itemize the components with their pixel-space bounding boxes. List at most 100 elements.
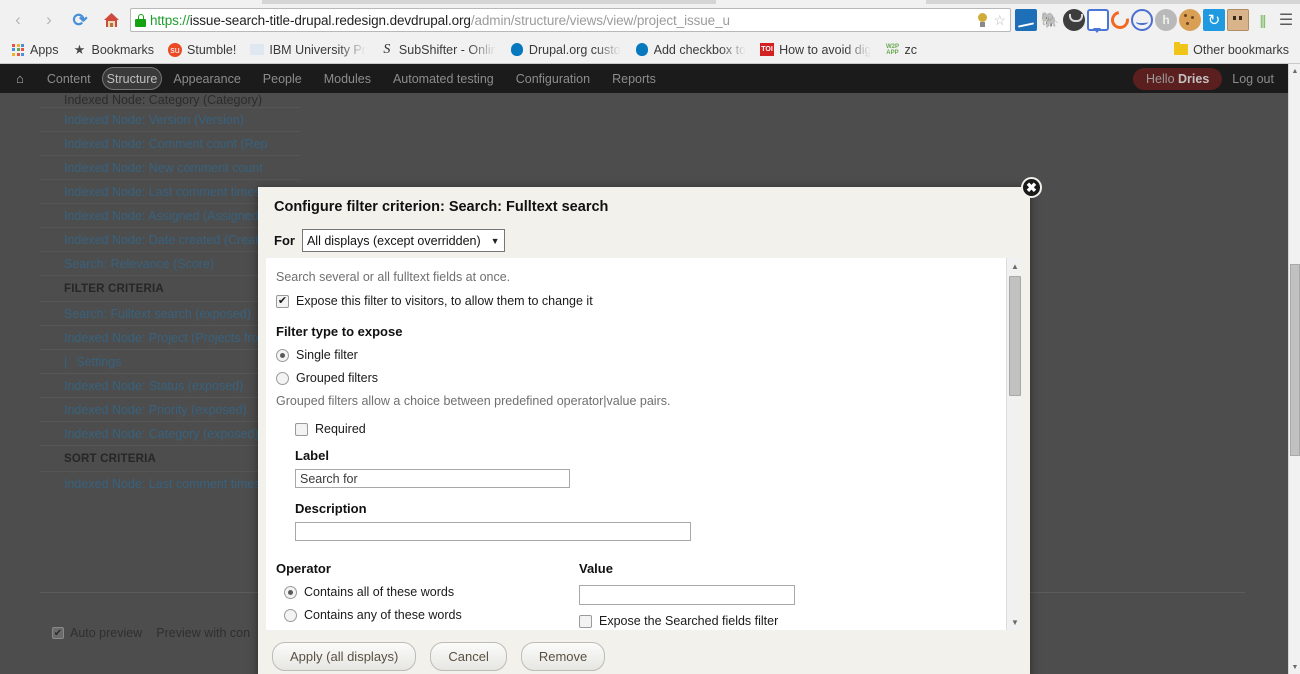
views-field-row[interactable]: Indexed Node: Comment count (Rep	[40, 131, 300, 155]
display-select[interactable]: All displays (except overridden) ▼	[301, 229, 505, 252]
operator-column: Operator Contains all of these words Con…	[276, 561, 579, 630]
bookmark-subshifter[interactable]: S SubShifter - Onlin	[373, 41, 503, 59]
admin-menu-reports[interactable]: Reports	[601, 68, 667, 90]
apply-all-displays-button[interactable]: Apply (all displays)	[272, 641, 417, 671]
bookmark-ibm[interactable]: IBM University Pr	[243, 41, 373, 59]
star-icon: ★	[73, 41, 86, 57]
orange-ring-icon[interactable]	[1107, 7, 1133, 33]
bookmark-stumble[interactable]: su Stumble!	[161, 41, 243, 59]
forward-icon[interactable]: ›	[36, 7, 62, 33]
admin-menu-content[interactable]: Content	[36, 68, 102, 90]
views-field-row[interactable]: Indexed Node: Version (Version)	[40, 107, 300, 131]
reload-icon[interactable]: ⟳	[67, 7, 93, 33]
views-field-row[interactable]: Indexed Node: New comment count	[40, 155, 300, 179]
chrome-menu-icon[interactable]: ☰	[1275, 9, 1297, 31]
page-scrollbar-thumb[interactable]	[1290, 264, 1300, 456]
bookmark-bookmarks[interactable]: ★ Bookmarks	[66, 41, 162, 59]
expose-searched-fields-label: Expose the Searched fields filter	[599, 614, 779, 628]
auto-preview-checkbox[interactable]: ✔	[52, 627, 64, 639]
expose-filter-checkbox[interactable]: ✔	[276, 295, 289, 308]
scroll-up-icon[interactable]: ▲	[1007, 258, 1023, 274]
grouped-filters-option[interactable]: Grouped filters	[276, 371, 1006, 385]
home-icon[interactable]	[98, 7, 124, 33]
pocket-icon[interactable]	[1063, 9, 1085, 31]
url-text: https://issue-search-title-drupal.redesi…	[150, 13, 730, 28]
admin-menu-configuration[interactable]: Configuration	[505, 68, 601, 90]
bookmark-label: zc	[904, 42, 917, 57]
label-heading: Label	[295, 448, 329, 463]
bookmark-apps[interactable]: Apps	[4, 41, 66, 59]
admin-menu-appearance[interactable]: Appearance	[162, 68, 251, 90]
back-icon[interactable]: ‹	[5, 7, 31, 33]
user-greeting[interactable]: Hello Dries	[1133, 67, 1223, 90]
page-scroll-down-icon[interactable]: ▼	[1289, 660, 1300, 674]
modal-scroll-area: Search several or all fulltext fields at…	[266, 258, 1022, 630]
value-input[interactable]	[579, 585, 795, 605]
admin-menu-modules[interactable]: Modules	[313, 68, 382, 90]
sync-icon[interactable]	[1203, 9, 1225, 31]
required-label: Required	[315, 422, 366, 436]
expose-fields-row[interactable]: Expose the Searched fields filter	[579, 614, 909, 628]
page-scroll-up-icon[interactable]: ▲	[1289, 64, 1300, 78]
operator-value-columns: Operator Contains all of these words Con…	[276, 561, 1006, 630]
bookmark-label: IBM University Pr	[269, 42, 366, 57]
screencast-icon[interactable]	[1015, 9, 1037, 31]
views-field-row-partial[interactable]: Indexed Node: Category (Category)	[40, 93, 300, 107]
greeting-prefix: Hello	[1146, 71, 1178, 86]
operator-option-all[interactable]: Contains all of these words	[284, 585, 579, 599]
cancel-button[interactable]: Cancel	[430, 641, 507, 671]
bookmark-label: Drupal.org custo	[528, 42, 621, 57]
filter-description: Search several or all fulltext fields at…	[276, 270, 511, 284]
operator-radio-any[interactable]	[284, 609, 297, 622]
drupal-home-icon[interactable]: ⌂	[0, 71, 36, 86]
bookmark-label: Apps	[30, 42, 59, 57]
grouped-filters-radio[interactable]	[276, 372, 289, 385]
address-bar[interactable]: https://issue-search-title-drupal.redesi…	[130, 8, 1011, 32]
description-heading: Description	[295, 501, 367, 516]
close-icon[interactable]: ✖	[1021, 177, 1042, 198]
single-filter-option[interactable]: Single filter	[276, 348, 1006, 362]
admin-menu-people[interactable]: People	[252, 68, 313, 90]
modal-scrollbar-thumb[interactable]	[1009, 276, 1021, 396]
speech-bubble-icon[interactable]	[1087, 9, 1109, 33]
bookmark-drupal-custo[interactable]: Drupal.org custo	[503, 41, 628, 59]
cookie-icon[interactable]	[1179, 9, 1201, 31]
modal-title: Configure filter criterion: Search: Full…	[274, 199, 609, 215]
bookmark-how-to-avoid[interactable]: TOI How to avoid dig	[753, 41, 878, 59]
page-viewport: ⌂ Content Structure Appearance People Mo…	[0, 64, 1288, 674]
label-input[interactable]: Search for	[295, 469, 570, 488]
description-input[interactable]	[295, 522, 691, 541]
operator-option-any[interactable]: Contains any of these words	[284, 608, 579, 622]
bookmark-add-checkbox[interactable]: Add checkbox to	[628, 41, 753, 59]
grouped-filters-help: Grouped filters allow a choice between p…	[276, 394, 671, 408]
remove-button[interactable]: Remove	[520, 641, 606, 671]
page-scrollbar[interactable]: ▲ ▼	[1288, 64, 1300, 674]
preview-controls: ✔ Auto preview Preview with con	[52, 626, 250, 640]
url-host: issue-search-title-drupal.redesign.devdr…	[189, 12, 471, 28]
gray-h-icon[interactable]: h	[1155, 9, 1177, 31]
lightbulb-icon[interactable]	[977, 13, 988, 27]
bookmark-label: How to avoid dig	[779, 42, 872, 57]
admin-menu-automated-testing[interactable]: Automated testing	[382, 68, 505, 90]
modal-header: Configure filter criterion: Search: Full…	[258, 187, 1030, 252]
admin-menu-structure[interactable]: Structure	[101, 67, 163, 90]
logout-link[interactable]: Log out	[1232, 72, 1274, 86]
modal-scrollbar[interactable]: ▲ ▼	[1006, 258, 1022, 630]
operator-radio-all[interactable]	[284, 586, 297, 599]
bookmark-star-icon[interactable]: ☆	[993, 13, 1006, 27]
value-heading: Value	[579, 561, 613, 576]
evernote-icon[interactable]: 🐘	[1039, 9, 1061, 31]
modal-form: Search several or all fulltext fields at…	[266, 258, 1006, 630]
required-row[interactable]: Required	[295, 422, 1006, 436]
audio-wave-icon[interactable]: |||	[1251, 9, 1273, 31]
expose-filter-row[interactable]: ✔ Expose this filter to visitors, to all…	[276, 294, 1006, 308]
bookmark-zc[interactable]: W2P APP zc	[878, 41, 924, 59]
scroll-down-icon[interactable]: ▼	[1007, 614, 1023, 630]
expose-searched-fields-checkbox[interactable]	[579, 615, 592, 628]
wave-circle-icon[interactable]	[1131, 9, 1153, 31]
box-face-icon[interactable]	[1227, 9, 1249, 31]
required-checkbox[interactable]	[295, 423, 308, 436]
auto-preview-label: Auto preview	[70, 626, 143, 640]
other-bookmarks-folder[interactable]: Other bookmarks	[1167, 41, 1296, 59]
single-filter-radio[interactable]	[276, 349, 289, 362]
